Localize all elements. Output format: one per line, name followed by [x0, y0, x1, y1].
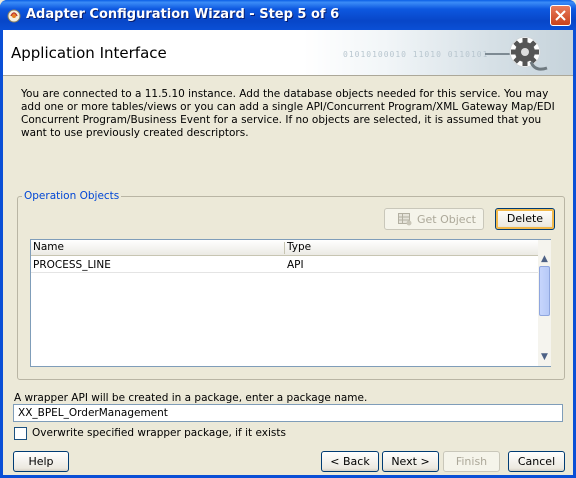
column-header-type[interactable]: Type [287, 241, 311, 253]
scroll-up-icon[interactable]: ▲ [538, 252, 551, 266]
table-icon [398, 213, 412, 226]
group-legend: Operation Objects [22, 190, 122, 202]
intro-text: You are connected to a 11.5.10 instance.… [21, 88, 555, 139]
page-title: Application Interface [11, 44, 167, 62]
overwrite-checkbox[interactable] [14, 427, 27, 440]
finish-button[interactable]: Finish [443, 451, 500, 472]
gear-icon [485, 36, 548, 71]
cell-name: PROCESS_LINE [33, 259, 111, 271]
close-icon [555, 10, 566, 21]
oracle-jdeveloper-icon [7, 9, 21, 23]
operation-objects-table[interactable]: Name Type PROCESS_LINE API ▲ ▼ [30, 239, 551, 367]
scroll-thumb[interactable] [539, 266, 550, 316]
help-button[interactable]: Help [13, 451, 69, 472]
wizard-body: Application Interface 01010100010 11010 … [3, 30, 573, 475]
cell-type: API [287, 259, 304, 271]
get-object-label: Get Object [417, 213, 476, 226]
window-title: Adapter Configuration Wizard - Step 5 of… [26, 7, 340, 22]
banner-binary-text: 01010100010 11010 0110101 [343, 50, 489, 59]
back-button[interactable]: < Back [321, 451, 379, 472]
delete-button[interactable]: Delete [495, 208, 555, 230]
scroll-down-icon[interactable]: ▼ [538, 350, 551, 364]
overwrite-label[interactable]: Overwrite specified wrapper package, if … [32, 427, 286, 439]
column-header-name[interactable]: Name [33, 241, 64, 253]
table-header: Name Type [31, 240, 538, 256]
operation-objects-group: Operation Objects Get Object Delete Name… [17, 190, 565, 380]
get-object-button[interactable]: Get Object [384, 208, 484, 230]
next-button[interactable]: Next > [382, 451, 439, 472]
package-name-input[interactable] [13, 404, 563, 422]
cancel-button[interactable]: Cancel [508, 451, 565, 472]
banner-art: 01010100010 11010 0110101 [303, 30, 573, 75]
wizard-banner: Application Interface 01010100010 11010 … [3, 30, 573, 76]
column-divider[interactable] [284, 242, 285, 254]
title-bar[interactable]: Adapter Configuration Wizard - Step 5 of… [0, 0, 576, 30]
table-row[interactable]: PROCESS_LINE API [31, 257, 538, 273]
package-name-label: A wrapper API will be created in a packa… [14, 392, 368, 404]
wizard-window: Adapter Configuration Wizard - Step 5 of… [0, 0, 576, 478]
close-button[interactable] [550, 5, 571, 26]
vertical-scrollbar[interactable]: ▲ ▼ [538, 240, 551, 366]
